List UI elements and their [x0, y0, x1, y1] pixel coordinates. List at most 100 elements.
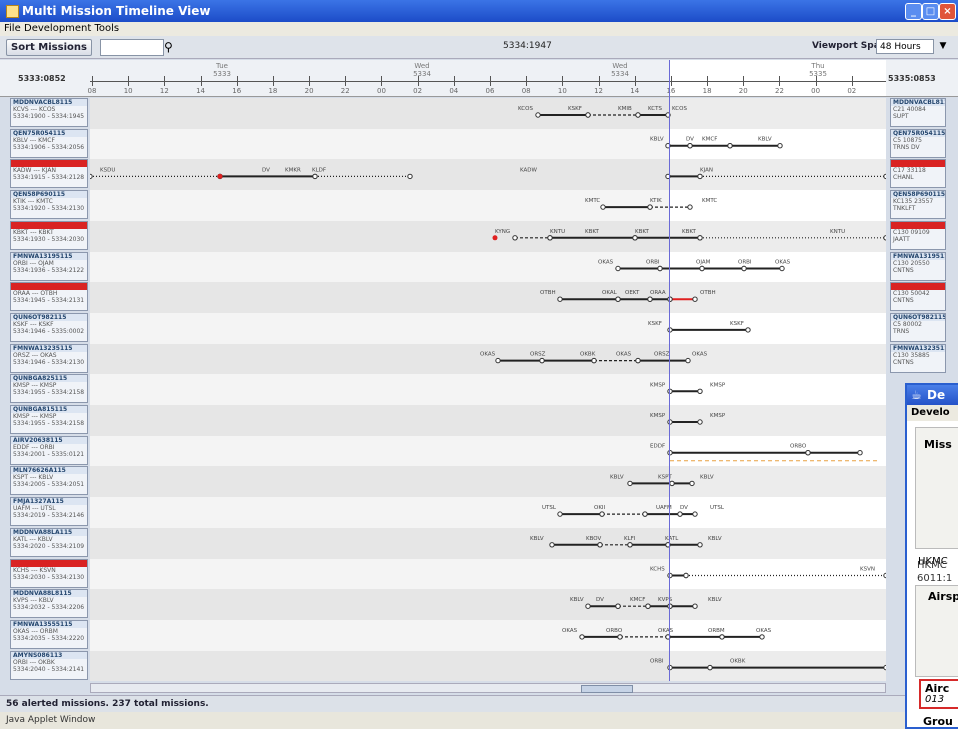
- timeline-tick: [345, 76, 347, 86]
- mission-route: KMSP --- KMSP: [13, 382, 57, 390]
- waypoint-label: KTIK: [650, 198, 662, 204]
- mission-span: 5334:1945 - 5334:2131: [13, 297, 85, 305]
- mission-id: MLN76626A115: [11, 467, 87, 475]
- waypoint-label: OKAS: [756, 628, 772, 634]
- mission-card[interactable]: QUN6OT982115 KSKF --- KSKF 5334:1946 - 533…: [10, 312, 88, 342]
- mission-detail-card[interactable]: XXXXXXXXXX C130 50042 CNTNS: [890, 282, 946, 312]
- timeline-hour-label: 18: [268, 87, 278, 95]
- mission-detail-card[interactable]: QEN58P690115 KC135 23557 TNKLFT: [890, 190, 946, 220]
- waypoint-label: KMTC: [585, 198, 600, 204]
- timeline-axis: [90, 81, 886, 82]
- mission-card[interactable]: FMNWA13555115 OKAS --- ORBM 5334:2035 - 53…: [10, 619, 88, 649]
- waypoint-label: OTBH: [540, 290, 556, 296]
- waypoint-marker: [699, 265, 705, 272]
- waypoint-label: OKAS: [692, 352, 708, 358]
- mission-card[interactable]: QUNBGA825115 KMSP --- KMSP 5334:1955 - 533…: [10, 374, 88, 404]
- waypoint-label: KBLV: [650, 137, 664, 143]
- waypoint-label: KSVN: [860, 567, 875, 573]
- close-button[interactable]: ×: [939, 3, 956, 20]
- mission-card[interactable]: FMNWA13235115 ORSZ --- OKAS 5334:1946 - 53…: [10, 343, 88, 373]
- viewport-span-select[interactable]: 48 Hours: [876, 39, 934, 54]
- sort-missions-button[interactable]: Sort Missions: [6, 39, 92, 56]
- timeline-tick: [598, 76, 600, 86]
- waypoint-label: KNTU: [830, 229, 845, 235]
- mission-card[interactable]: XXXXXXXXXXXX KADW --- KJAN 5334:1915 - 533…: [10, 159, 88, 189]
- waypoint-label: ORBO: [790, 444, 807, 450]
- timeline-tick: [164, 76, 166, 86]
- mission-detail-card[interactable]: QEN75R054115 C5 10875 TRNS DV: [890, 128, 946, 158]
- waypoint-label: KSKF: [730, 321, 744, 327]
- waypoint-marker: [90, 173, 93, 180]
- timeline-hour-label: 04: [449, 87, 459, 95]
- binoculars-icon[interactable]: ⚲: [164, 40, 173, 54]
- mission-id: XXXXXXXXXXXX: [11, 160, 87, 168]
- waypoint-label: KMSP: [650, 413, 666, 419]
- waypoint-label: KMCF: [702, 137, 717, 143]
- mission-detail-card[interactable]: MDDNVACBL8115C21 40084SUPT: [890, 98, 946, 127]
- waypoint-marker: [777, 143, 783, 149]
- waypoint-marker: [591, 357, 597, 364]
- waypoint-label: EDDF: [650, 444, 665, 450]
- mission-card[interactable]: MLN76626A115 KSPT --- KBLV 5334:2005 - 533…: [10, 466, 88, 496]
- timeline-tick: [707, 76, 709, 86]
- waypoint-label: ORBM: [708, 628, 725, 634]
- mission-detail-card[interactable]: QUN6OT982115 C5 80002 TRNS: [890, 312, 946, 342]
- mission-card[interactable]: FMJA1327A115 UAFM --- UTSL 5334:2019 - 533…: [10, 497, 88, 527]
- mission-card[interactable]: MDDNVACBL8115 KCVS --- KCOS 5334:1900 - 53…: [10, 98, 88, 127]
- development-detail-window[interactable]: ☕ De Develo Miss HKMC HKMC 6011:1 Airsp …: [905, 383, 958, 729]
- waypoint-marker: [585, 112, 591, 118]
- waypoint-marker: [615, 265, 621, 272]
- detail-window-menu[interactable]: Develo: [907, 405, 958, 421]
- mission-detail-card[interactable]: XXXXXXXXXX C130 09109 JAATT: [890, 220, 946, 250]
- minimize-button[interactable]: _: [905, 3, 922, 20]
- mission-detail-card[interactable]: FMNWA13195115C130 20550CNTNS: [890, 251, 946, 281]
- waypoint-marker: [647, 296, 653, 302]
- mission-card[interactable]: XXXXXXXXXXXX KCHS --- KSVN 5334:2030 - 533…: [10, 558, 88, 588]
- mission-route: KBKT --- KBKT: [13, 228, 54, 236]
- mission-card[interactable]: MDDNVA88LA115 KATL --- KBLV 5334:2020 - 53…: [10, 527, 88, 557]
- mission-card[interactable]: MDDNVA88L8115 KVPS --- KBLV 5334:2032 - 53…: [10, 589, 88, 619]
- waypoint-label: ORBI: [646, 260, 660, 266]
- mission-id: QUNBGA825115: [11, 375, 87, 383]
- mission-id: FMNWA13555115: [11, 620, 87, 628]
- timeline-tick: [92, 76, 93, 86]
- waypoint-label: KSDU: [100, 167, 115, 173]
- timeline-hour-label: 22: [340, 87, 350, 95]
- mission-card[interactable]: QEN58P690115 KTIK --- KMTC 5334:1920 - 533…: [10, 190, 88, 220]
- timeline-tick: [490, 76, 491, 86]
- mission-route: KSKF --- KSKF: [13, 320, 54, 328]
- chevron-down-icon[interactable]: ▼: [935, 39, 951, 54]
- waypoint-marker: [697, 388, 703, 394]
- maximize-button[interactable]: □: [922, 3, 939, 20]
- menu-bar: File Development Tools: [0, 22, 958, 36]
- mission-detail-card[interactable]: XXXXXXXXXX C17 33118 CHANL: [890, 159, 946, 189]
- mission-card[interactable]: QUNBGA815115 KMSP --- KMSP 5334:1955 - 533…: [10, 405, 88, 434]
- mission-card[interactable]: AMYNS086113 ORBI --- OKBK 5334:2040 - 5334…: [10, 650, 88, 680]
- mission-route: KMSP --- KMSP: [13, 413, 57, 420]
- timeline-rows: KCOS KSKF KMIB KCTS KCOS KBLV DV KMCF KBLV KSDU DV…: [90, 98, 886, 681]
- waypoint-label: KLFI: [624, 536, 636, 542]
- mission-card[interactable]: XXXXXXXXXXXX KBKT --- KBKT 5334:1930 - 533…: [10, 220, 88, 250]
- mission-card[interactable]: XXXXXXXXXXXX ORAA --- OTBH 5334:1945 - 533…: [10, 282, 88, 312]
- mission-card[interactable]: FMNWA13195115 ORBI --- OJAM 5334:1936 - 53…: [10, 251, 88, 281]
- mission-span: 5334:1920 - 5334:2130: [13, 205, 85, 213]
- detail-menu-label[interactable]: Develo: [911, 407, 950, 418]
- waypoint-label: KMIB: [618, 106, 632, 112]
- waypoint-marker: [692, 296, 698, 302]
- mission-type: TRNS DV: [893, 143, 920, 151]
- mission-card[interactable]: AIRV20638115 EDDF --- ORBI 5334:2001 - 533…: [10, 435, 88, 465]
- window-titlebar: Multi Mission Timeline View _ □ ×: [0, 0, 958, 22]
- timeline-hour-label: 16: [232, 87, 242, 95]
- menu-development-tools[interactable]: Development Tools: [24, 23, 119, 34]
- waypoint-label: KYNG: [495, 229, 510, 235]
- mission-detail-card[interactable]: FMNWA13235115C130 35885CNTNS: [890, 343, 946, 373]
- menu-file[interactable]: File: [4, 23, 21, 34]
- alert-marker: [217, 173, 223, 179]
- scrollbar-thumb[interactable]: [581, 685, 633, 693]
- horizontal-scrollbar[interactable]: [90, 683, 886, 693]
- mission-type: CNTNS: [893, 297, 914, 305]
- mission-route: KSPT --- KBLV: [13, 474, 54, 482]
- mission-card[interactable]: QEN75R054115 KBLV --- KMCF 5334:1906 - 533…: [10, 128, 88, 158]
- search-input[interactable]: [100, 39, 164, 56]
- waypoint-marker: [677, 511, 683, 517]
